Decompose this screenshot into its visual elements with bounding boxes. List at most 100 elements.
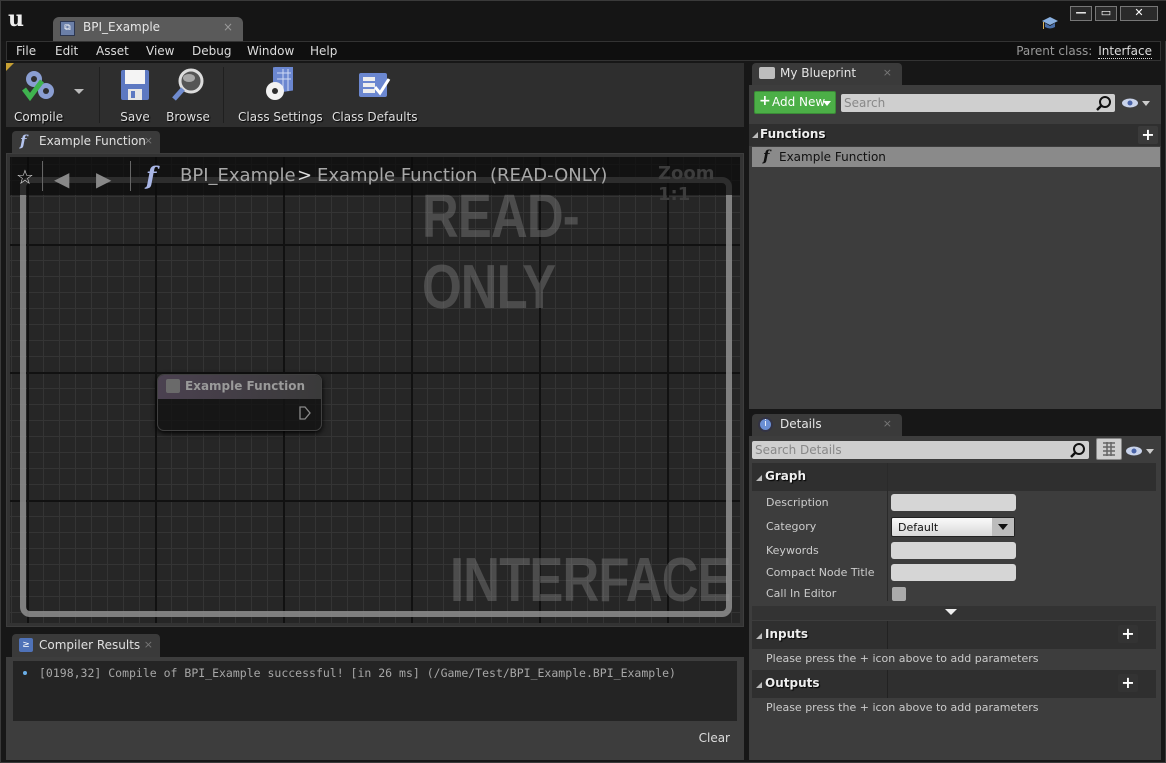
function-list-item[interactable]: f Example Function — [752, 147, 1160, 167]
outputs-hint: Please press the + icon above to add par… — [766, 701, 1039, 714]
class-defaults-button[interactable]: Class Defaults — [332, 67, 417, 124]
menu-file[interactable]: File — [16, 44, 36, 58]
collapse-triangle-icon[interactable] — [756, 475, 762, 481]
my-blueprint-search[interactable] — [841, 94, 1115, 112]
my-blueprint-search-input[interactable] — [844, 95, 1077, 111]
menu-debug[interactable]: Debug — [192, 44, 231, 58]
call-in-editor-label: Call In Editor — [766, 587, 837, 600]
property-matrix-button[interactable] — [1096, 438, 1122, 460]
collapse-triangle-icon[interactable] — [752, 132, 758, 138]
category-dropdown[interactable]: Default — [891, 517, 1015, 537]
maximize-button[interactable]: ▭ — [1095, 6, 1117, 21]
browse-label: Browse — [166, 110, 210, 124]
plus-icon: + — [759, 93, 771, 109]
zoom-level: Zoom 1:1 — [658, 163, 715, 205]
toolbar: Compile Save Browse Class Settings Class… — [6, 63, 744, 127]
compact-node-title-label: Compact Node Title — [766, 566, 875, 579]
menu-view[interactable]: View — [146, 44, 174, 58]
compiler-results-tab[interactable]: ≥ Compiler Results × — [12, 634, 160, 657]
add-new-button[interactable]: + Add New — [754, 91, 836, 114]
compile-label: Compile — [14, 110, 64, 124]
clear-button[interactable]: Clear — [699, 731, 730, 745]
menu-help[interactable]: Help — [310, 44, 337, 58]
class-defaults-icon — [359, 73, 391, 97]
breadcrumb-root[interactable]: BPI_Example — [180, 165, 296, 186]
exec-output-pin-icon[interactable] — [299, 406, 311, 420]
functions-header: Functions — [760, 127, 826, 141]
minimize-button[interactable]: — — [1070, 6, 1092, 21]
toolbar-corner-marker — [6, 63, 14, 71]
favorite-star-icon[interactable]: ☆ — [16, 165, 34, 189]
console-icon: ≥ — [19, 638, 33, 652]
graph-canvas[interactable]: READ-ONLY INTERFACE ☆ ◀ ▶ f BPI_Example … — [10, 157, 740, 623]
breadcrumb-current: Example Function — [317, 165, 478, 186]
class-settings-icon — [266, 64, 293, 100]
outputs-section[interactable]: Outputs + — [752, 670, 1156, 698]
function-entry-node[interactable]: Example Function — [157, 374, 322, 431]
details-search-input[interactable] — [755, 442, 1042, 458]
keywords-label: Keywords — [766, 544, 819, 557]
compile-button[interactable]: Compile — [14, 67, 64, 124]
description-label: Description — [766, 496, 829, 509]
keywords-input[interactable] — [891, 542, 1016, 559]
document-tab-label: BPI_Example — [83, 20, 161, 34]
close-details-icon[interactable]: × — [883, 417, 892, 430]
save-label: Save — [120, 110, 150, 124]
function-icon: f — [146, 161, 157, 190]
expand-arrow-icon — [945, 609, 957, 615]
add-input-button[interactable]: + — [1118, 625, 1138, 643]
inputs-section[interactable]: Inputs + — [752, 621, 1156, 649]
details-search[interactable] — [752, 441, 1089, 459]
inputs-hint: Please press the + icon above to add par… — [766, 652, 1039, 665]
close-graph-tab-icon[interactable]: × — [144, 134, 153, 147]
add-output-button[interactable]: + — [1118, 674, 1138, 692]
forward-arrow-icon[interactable]: ▶ — [96, 167, 111, 191]
close-compiler-tab-icon[interactable]: × — [144, 638, 153, 651]
blueprint-interface-icon: ⧉ — [60, 21, 75, 36]
back-arrow-icon[interactable]: ◀ — [54, 167, 69, 191]
description-input[interactable] — [891, 494, 1016, 511]
graph-tab-label: Example Function — [39, 134, 146, 148]
details-label: Details — [780, 417, 822, 431]
menu-edit[interactable]: Edit — [55, 44, 78, 58]
call-in-editor-checkbox[interactable] — [892, 587, 906, 601]
save-button[interactable]: Save — [114, 67, 156, 124]
my-blueprint-label: My Blueprint — [780, 66, 857, 80]
document-tab[interactable]: ⧉ BPI_Example × — [53, 17, 243, 41]
breadcrumb-separator — [42, 161, 43, 191]
my-blueprint-tab[interactable]: My Blueprint × — [752, 63, 902, 85]
breadcrumb-bar: ☆ ◀ ▶ f BPI_Example > Example Function (… — [10, 157, 740, 205]
parent-class: Parent class: Interface — [1016, 44, 1152, 59]
parent-class-link[interactable]: Interface — [1098, 44, 1152, 59]
interface-watermark: INTERFACE — [450, 546, 732, 615]
menu-asset[interactable]: Asset — [96, 44, 129, 58]
menu-window[interactable]: Window — [247, 44, 294, 58]
collapse-triangle-icon[interactable] — [756, 633, 762, 639]
advanced-expander[interactable] — [752, 606, 1156, 620]
parent-class-label: Parent class: — [1016, 44, 1093, 58]
tutorial-cap-icon[interactable] — [1041, 15, 1059, 31]
my-blueprint-panel: + Add New Functions + f Example Function — [749, 85, 1161, 409]
functions-category[interactable]: Functions + — [749, 124, 1161, 146]
close-tab-icon[interactable]: × — [223, 20, 233, 34]
compile-options-dropdown[interactable] — [74, 89, 84, 94]
class-settings-button[interactable]: Class Settings — [238, 64, 323, 124]
graph-section[interactable]: Graph — [752, 463, 1156, 491]
collapse-triangle-icon[interactable] — [756, 682, 762, 688]
node-function-icon — [166, 379, 180, 393]
add-function-button[interactable]: + — [1138, 126, 1158, 144]
outputs-section-title: Outputs — [765, 676, 820, 690]
view-options-eye-icon[interactable] — [1121, 96, 1151, 110]
function-name: Example Function — [779, 150, 886, 164]
compact-node-title-input[interactable] — [891, 564, 1016, 581]
editor-window: u ⧉ BPI_Example × — ▭ ✕ File Edit Asset … — [0, 0, 1166, 763]
chevron-down-icon — [992, 518, 1014, 536]
view-options-eye-icon[interactable] — [1125, 444, 1155, 458]
details-tab[interactable]: i Details × — [752, 414, 902, 436]
graph-tab[interactable]: f Example Function × — [12, 131, 160, 153]
compiler-results-panel: [0198,32] Compile of BPI_Example success… — [6, 657, 744, 760]
browse-button[interactable]: Browse — [166, 67, 210, 124]
close-my-blueprint-icon[interactable]: × — [883, 66, 892, 79]
close-window-button[interactable]: ✕ — [1120, 6, 1158, 21]
search-icon — [1070, 443, 1085, 458]
